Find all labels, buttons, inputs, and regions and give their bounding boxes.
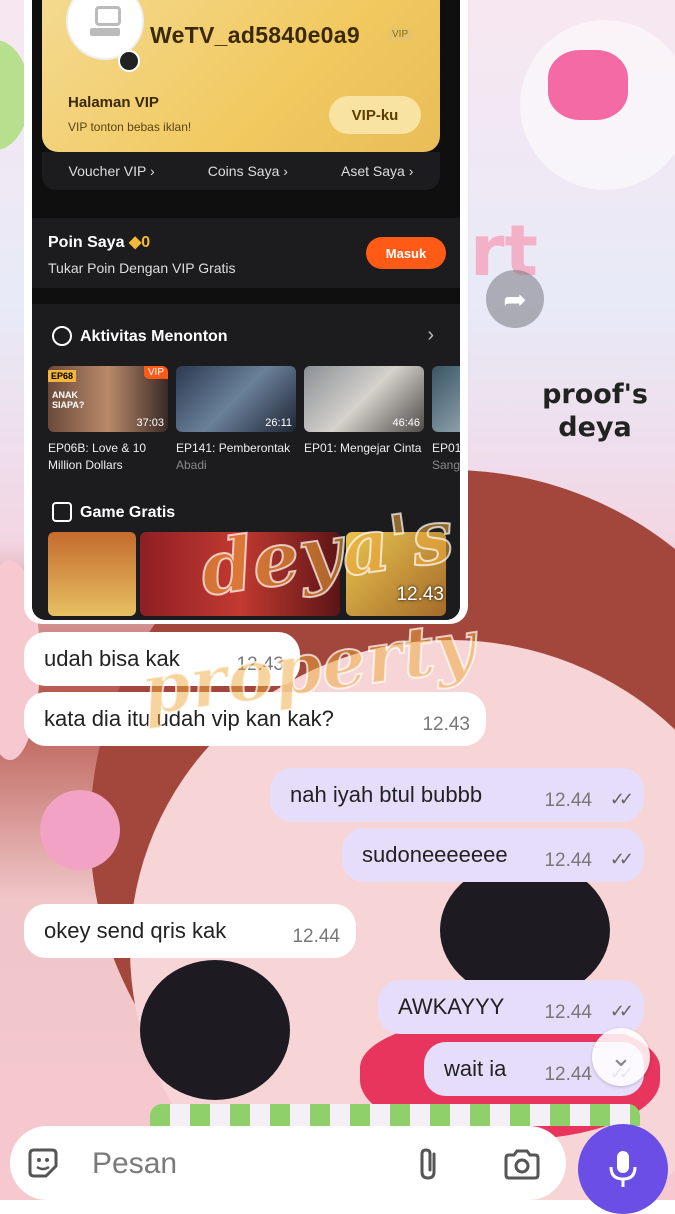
message-input[interactable]	[90, 1138, 394, 1190]
video-title: EP01: Mengejar Cinta	[304, 441, 422, 455]
forward-icon: ➦	[503, 283, 527, 315]
masuk-button: Masuk	[366, 237, 446, 269]
microphone-icon	[609, 1151, 637, 1187]
voucher-vip-link: Voucher VIP ›	[68, 163, 155, 179]
watch-activity-section: Aktivitas Menonton › EP68 VIP ANAK SIAPA…	[32, 304, 460, 490]
wallpaper-flower	[40, 790, 120, 870]
diamond-icon: ◆	[128, 234, 142, 251]
camera-icon[interactable]	[502, 1148, 542, 1180]
video-thumbnail	[432, 366, 460, 432]
vip-page-subtitle: VIP tonton bebas iklan!	[68, 120, 192, 134]
sticker-icon[interactable]	[26, 1146, 60, 1180]
double-chevron-down-icon: ⌄	[610, 1041, 632, 1072]
points-subtitle: Tukar Poin Dengan VIP Gratis	[48, 260, 236, 276]
video-title: EP06B: Love & 10 Million Dollars	[48, 441, 147, 472]
section-title: Aktivitas Menonton	[80, 328, 228, 345]
wallpaper-proof-text: proof's deya	[542, 379, 648, 443]
outgoing-message[interactable]: sudoneeeeeee 12.44 ✓✓	[342, 828, 644, 882]
assets-link: Aset Saya ›	[341, 163, 414, 179]
vip-card: WeTV_ad5840e0a9 VIP Halaman VIP VIP tont…	[42, 0, 440, 152]
video-title: EP01 Sang	[432, 441, 460, 472]
username: WeTV_ad5840e0a9	[150, 22, 360, 48]
incoming-message[interactable]: okey send qris kak 12.44	[24, 904, 356, 958]
message-time: 12.44	[544, 1064, 592, 1085]
vip-links: Voucher VIP › Coins Saya › Aset Saya ›	[42, 152, 440, 190]
video-thumbnail: 26:11	[176, 366, 296, 432]
coins-link: Coins Saya ›	[207, 163, 288, 179]
video-duration: 37:03	[136, 417, 164, 429]
video-title: EP141: Pemberontak Abadi	[176, 441, 291, 472]
points-value: 0	[141, 234, 151, 251]
voice-record-button[interactable]	[578, 1124, 668, 1214]
wallpaper-heart	[548, 50, 628, 120]
message-text: AWKAYYY	[398, 994, 505, 1019]
read-receipt-icon: ✓✓	[609, 849, 634, 869]
scroll-down-button[interactable]: ⌄	[592, 1028, 650, 1086]
episode-badge: EP68	[48, 370, 77, 382]
partial-message	[150, 1104, 640, 1126]
vip-badge: VIP	[143, 366, 168, 379]
message-time: 12.44	[544, 790, 592, 811]
message-text: nah iyah btul bubbb	[290, 782, 483, 807]
thumbnail-overlay-text: ANAK SIAPA?	[52, 390, 85, 410]
vip-page-title: Halaman VIP	[68, 94, 159, 111]
section-title: Game Gratis	[80, 504, 176, 521]
forward-button[interactable]: ➦	[486, 270, 544, 328]
video-duration: 46:46	[392, 417, 420, 429]
read-receipt-icon: ✓✓	[609, 1001, 634, 1021]
video-duration: 26:11	[265, 417, 292, 429]
message-time: 12.43	[396, 584, 444, 605]
message-time: 12.43	[422, 714, 470, 735]
wallpaper-eye-left	[140, 960, 290, 1100]
points-title: Poin Saya ◆0	[48, 234, 151, 251]
message-text: okey send qris kak	[44, 918, 227, 943]
clock-icon	[52, 326, 72, 346]
vipku-button: VIP-ku	[329, 96, 421, 134]
message-composer	[10, 1126, 566, 1200]
avatar-badge-icon	[118, 50, 140, 72]
outgoing-message[interactable]: nah iyah btul bubbb 12.44 ✓✓	[270, 768, 644, 822]
message-time: 12.44	[544, 850, 592, 871]
outgoing-message[interactable]: AWKAYYY 12.44 ✓✓	[378, 980, 644, 1034]
message-time: 12.44	[544, 1002, 592, 1023]
game-thumbnail	[48, 532, 136, 616]
message-text: wait ia	[444, 1056, 507, 1081]
video-thumbnail: EP68 VIP ANAK SIAPA? 37:03	[48, 366, 168, 432]
paperclip-icon[interactable]	[414, 1146, 444, 1182]
points-section: Poin Saya ◆0 Tukar Poin Dengan VIP Grati…	[32, 218, 460, 288]
message-time: 12.44	[292, 926, 340, 947]
video-thumbnail: 46:46	[304, 366, 424, 432]
read-receipt-icon: ✓✓	[609, 789, 634, 809]
chevron-right-icon: ›	[427, 324, 434, 346]
message-text: sudoneeeeeee	[362, 842, 508, 867]
game-icon	[52, 502, 72, 522]
vip-tag: VIP	[388, 28, 413, 41]
